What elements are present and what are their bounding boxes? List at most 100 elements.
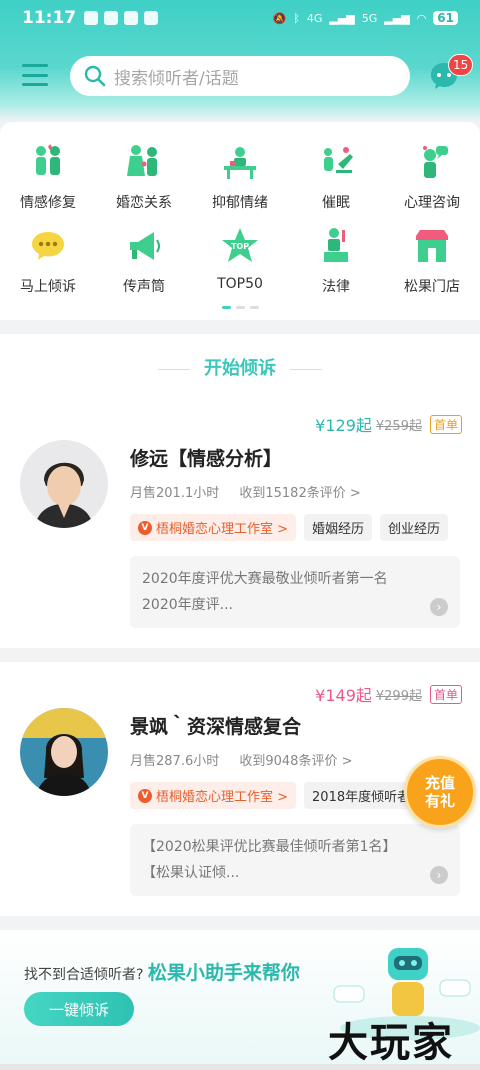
experience-chip: 婚姻经历 (304, 514, 373, 541)
svg-text:TOP: TOP (231, 242, 249, 251)
hypnosis-icon (324, 147, 353, 173)
category-item[interactable]: 婚恋关系 (96, 142, 192, 212)
studio-chip[interactable]: V 梧桐婚恋心理工作室 > (130, 514, 297, 541)
couple-icon (36, 144, 60, 175)
price-row: ¥129起 ¥259起 首单 (315, 412, 462, 436)
experience-chip: 创业经历 (380, 514, 449, 541)
desk-icon (224, 147, 256, 179)
one-click-talk-button[interactable]: 一键倾诉 (24, 992, 134, 1026)
network-label-a: 4G (306, 11, 323, 25)
avatar[interactable] (20, 440, 108, 528)
honor-line: 2020年度评... (142, 597, 233, 613)
category-item[interactable]: 松果门店 (384, 226, 480, 296)
listener-stats: 月售287.6小时 收到9048条评价 > (130, 750, 352, 769)
tag-row: V 梧桐婚恋心理工作室 > 婚姻经历 创业经历 (130, 514, 449, 541)
studio-name: 梧桐婚恋心理工作室 > (156, 790, 289, 805)
battery-indicator: 61 (433, 11, 458, 25)
honor-line: 【2020松果评优比赛最佳倾听者第1名】 (142, 839, 397, 855)
category-label: 法律 (322, 279, 350, 295)
category-item[interactable]: 抑郁情绪 (192, 142, 288, 212)
notification-icon (104, 11, 119, 25)
law-icon (324, 228, 348, 262)
original-price: ¥259起 (375, 418, 422, 434)
status-time: 11:17 (22, 8, 77, 28)
verified-icon: V (138, 520, 152, 535)
category-item[interactable]: 心理咨询 (384, 142, 480, 212)
honor-line: 【松果认证倾... (142, 865, 240, 881)
signal-icon: ▂▄▆ (384, 11, 410, 25)
message-badge: 15 (448, 54, 474, 76)
category-label: 抑郁情绪 (212, 195, 268, 211)
avatar[interactable] (20, 708, 108, 796)
notification-icon (124, 11, 139, 25)
category-label: 催眠 (322, 195, 350, 211)
current-price: ¥149起 (315, 686, 372, 705)
category-item[interactable]: 马上倾诉 (0, 226, 96, 296)
verified-icon: V (138, 788, 152, 803)
category-label: 心理咨询 (404, 195, 460, 211)
review-count-link[interactable]: 收到9048条评价 > (239, 754, 352, 769)
search-icon (84, 65, 106, 87)
listener-name: 景飒｀资深情感复合 (130, 716, 302, 738)
helper-text: 找不到合适倾听者? 松果小助手来帮你 (24, 958, 300, 985)
category-item[interactable]: 催眠 (288, 142, 384, 212)
bluetooth-icon: ᛒ (293, 11, 300, 25)
listener-name: 修远【情感分析】 (130, 448, 283, 470)
experience-chip: 2018年度倾听者 (304, 782, 419, 809)
recharge-line-2: 有礼 (424, 792, 455, 810)
listener-stats: 月售201.1小时 收到15182条评价 > (130, 482, 361, 501)
helper-question: 找不到合适倾听者? (24, 967, 144, 983)
category-item[interactable]: 法律 (288, 226, 384, 296)
category-item[interactable]: 情感修复 (0, 142, 96, 212)
notification-icon (84, 11, 99, 25)
search-input[interactable]: 搜索倾听者/话题 (70, 56, 410, 96)
first-order-badge: 首单 (429, 414, 462, 434)
monthly-hours: 月售287.6小时 (130, 754, 220, 769)
studio-chip[interactable]: V 梧桐婚恋心理工作室 > (130, 782, 297, 809)
signal-icon: ▂▄▆ (329, 11, 355, 25)
wifi-icon: ◠ (416, 11, 427, 25)
recharge-line-1: 充值 (424, 774, 455, 792)
section-title: 开始倾诉 (0, 354, 480, 380)
status-bar: 11:17 🔕 ᛒ 4G ▂▄▆ 5G ▂▄▆ ◠ 61 (0, 0, 480, 36)
honor-box[interactable]: 【2020松果评优比赛最佳倾听者第1名】 【松果认证倾... › (130, 824, 460, 896)
chevron-right-icon[interactable]: › (430, 598, 448, 616)
store-icon (416, 230, 448, 262)
price-row: ¥149起 ¥299起 首单 (315, 682, 462, 706)
studio-name: 梧桐婚恋心理工作室 > (156, 522, 289, 537)
category-item[interactable]: 传声筒 (96, 226, 192, 296)
top-star-icon: TOP (222, 228, 258, 262)
tag-row: V 梧桐婚恋心理工作室 > 2018年度倾听者 (130, 782, 419, 809)
current-price: ¥129起 (315, 416, 372, 435)
honor-box[interactable]: 2020年度评优大赛最敬业倾听者第一名 2020年度评... › (130, 556, 460, 628)
review-count-link[interactable]: 收到15182条评价 > (239, 486, 360, 501)
helper-highlight: 松果小助手来帮你 (147, 962, 300, 984)
category-label: 传声筒 (123, 279, 165, 295)
recharge-promo-button[interactable]: 充值 有礼 (404, 756, 476, 828)
listener-section: 开始倾诉 ¥129起 ¥259起 首单 修远【情感分析】 月售201.1小时 收… (0, 334, 480, 916)
category-label: 马上倾诉 (20, 279, 76, 295)
category-label: 松果门店 (404, 279, 460, 295)
chevron-right-icon[interactable]: › (430, 866, 448, 884)
listener-card[interactable]: ¥129起 ¥259起 首单 修远【情感分析】 月售201.1小时 收到1518… (0, 404, 480, 644)
category-label: TOP50 (217, 276, 263, 292)
divider (0, 648, 480, 662)
counsel-icon (423, 146, 448, 178)
first-order-badge: 首单 (429, 684, 462, 704)
watermark-logo: 大玩家 (328, 1020, 454, 1066)
original-price: ¥299起 (375, 688, 422, 704)
category-label: 婚恋关系 (116, 195, 172, 211)
marriage-icon (127, 145, 157, 176)
page-indicator (222, 306, 259, 309)
category-label: 情感修复 (20, 195, 76, 211)
mute-icon: 🔕 (272, 11, 287, 25)
gesture-bar (0, 1064, 480, 1070)
chat-bubble-icon (32, 232, 64, 260)
notification-icon (144, 11, 159, 25)
megaphone-icon (130, 232, 160, 260)
search-placeholder: 搜索倾听者/话题 (114, 68, 239, 89)
monthly-hours: 月售201.1小时 (130, 486, 220, 501)
category-grid: 情感修复 婚恋关系 抑郁情绪 催眠 心理咨询 马上倾诉 传声筒 TOP TOP5… (0, 122, 480, 320)
category-item[interactable]: TOP TOP50 (192, 226, 288, 292)
menu-icon[interactable] (22, 64, 48, 86)
